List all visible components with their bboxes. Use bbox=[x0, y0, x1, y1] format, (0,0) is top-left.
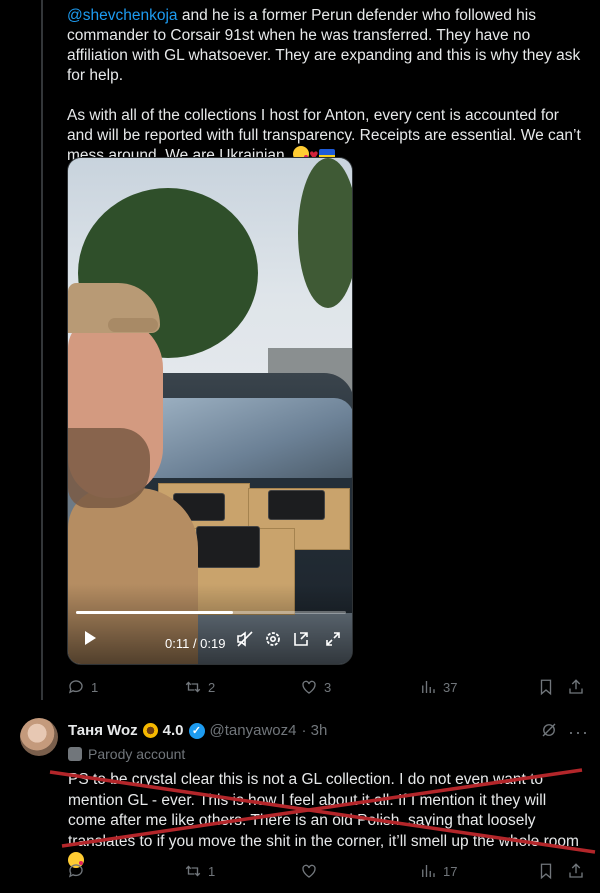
video-person-beard bbox=[68, 428, 150, 508]
fullscreen-icon[interactable] bbox=[324, 630, 342, 648]
repost-count: 1 bbox=[208, 863, 216, 879]
pip-icon[interactable] bbox=[292, 630, 310, 648]
reply-text: PS to be crystal clear this is not a GL … bbox=[68, 770, 588, 873]
author-name[interactable]: Таня Woz bbox=[68, 722, 138, 739]
parody-label-text: Parody account bbox=[88, 746, 186, 762]
views-icon bbox=[422, 681, 435, 693]
reply-count: 1 bbox=[91, 679, 99, 695]
author-handle[interactable]: @tanyawoz4 bbox=[210, 722, 297, 739]
video-bottom-shade bbox=[68, 584, 352, 664]
avatar[interactable] bbox=[20, 718, 58, 756]
like-count: 3 bbox=[324, 679, 332, 695]
video-progress-bar[interactable] bbox=[76, 611, 346, 614]
more-options-icon[interactable]: ··· bbox=[568, 722, 589, 743]
bookmark-icon[interactable] bbox=[537, 862, 555, 880]
video-windshield bbox=[138, 398, 352, 478]
grok-icon[interactable] bbox=[540, 721, 558, 739]
repost-button[interactable]: 1 bbox=[184, 862, 215, 880]
thread-line bbox=[41, 0, 43, 700]
repost-icon bbox=[185, 865, 201, 877]
video-time: 0:11 / 0:19 bbox=[165, 636, 226, 651]
like-icon bbox=[302, 864, 316, 878]
reply-author-row: Таня Woz 4.0 ✓ @tanyawoz4 · 3h bbox=[68, 722, 327, 739]
post-time[interactable]: · 3h bbox=[301, 722, 327, 739]
parody-mask-icon bbox=[68, 747, 82, 761]
tweet-text: @shevchenkoja and he is a former Perun d… bbox=[67, 6, 587, 166]
reply-icon bbox=[68, 864, 83, 878]
video-progress-fill bbox=[76, 611, 233, 614]
verified-badge-icon: ✓ bbox=[188, 722, 205, 739]
author-score: 4.0 bbox=[162, 722, 184, 739]
views-button[interactable]: 17 bbox=[419, 862, 457, 880]
views-icon bbox=[422, 865, 435, 877]
reply-button[interactable] bbox=[67, 862, 91, 880]
reply-button[interactable]: 1 bbox=[67, 678, 98, 696]
like-icon bbox=[302, 680, 316, 694]
parody-label: Parody account bbox=[68, 746, 185, 762]
like-button[interactable]: 3 bbox=[300, 678, 331, 696]
video-tree-right bbox=[298, 158, 352, 308]
video-radio bbox=[268, 490, 325, 520]
mention-link[interactable]: @shevchenkoja bbox=[67, 7, 178, 24]
bookmark-icon[interactable] bbox=[537, 678, 555, 696]
settings-icon[interactable] bbox=[264, 630, 282, 648]
tweet-action-bar: 1 2 3 37 bbox=[67, 678, 587, 702]
share-icon[interactable] bbox=[567, 678, 585, 696]
mute-icon[interactable] bbox=[236, 630, 254, 648]
reply-icon bbox=[68, 680, 83, 694]
views-count: 37 bbox=[443, 679, 458, 695]
play-icon[interactable] bbox=[82, 630, 98, 646]
repost-icon bbox=[185, 681, 201, 693]
video-radio bbox=[196, 526, 260, 568]
repost-count: 2 bbox=[208, 679, 216, 695]
views-count: 17 bbox=[443, 863, 458, 879]
views-button[interactable]: 37 bbox=[419, 678, 457, 696]
reply-action-bar: 1 17 bbox=[67, 862, 587, 886]
repost-button[interactable]: 2 bbox=[184, 678, 215, 696]
video-player[interactable]: 0:11 / 0:19 bbox=[67, 157, 353, 665]
reply-text-body: PS to be crystal clear this is not a GL … bbox=[68, 771, 584, 850]
video-person-cap-brim bbox=[108, 318, 158, 332]
sunflower-emoji-icon bbox=[142, 723, 158, 738]
share-icon[interactable] bbox=[567, 862, 585, 880]
like-button[interactable] bbox=[300, 862, 324, 880]
